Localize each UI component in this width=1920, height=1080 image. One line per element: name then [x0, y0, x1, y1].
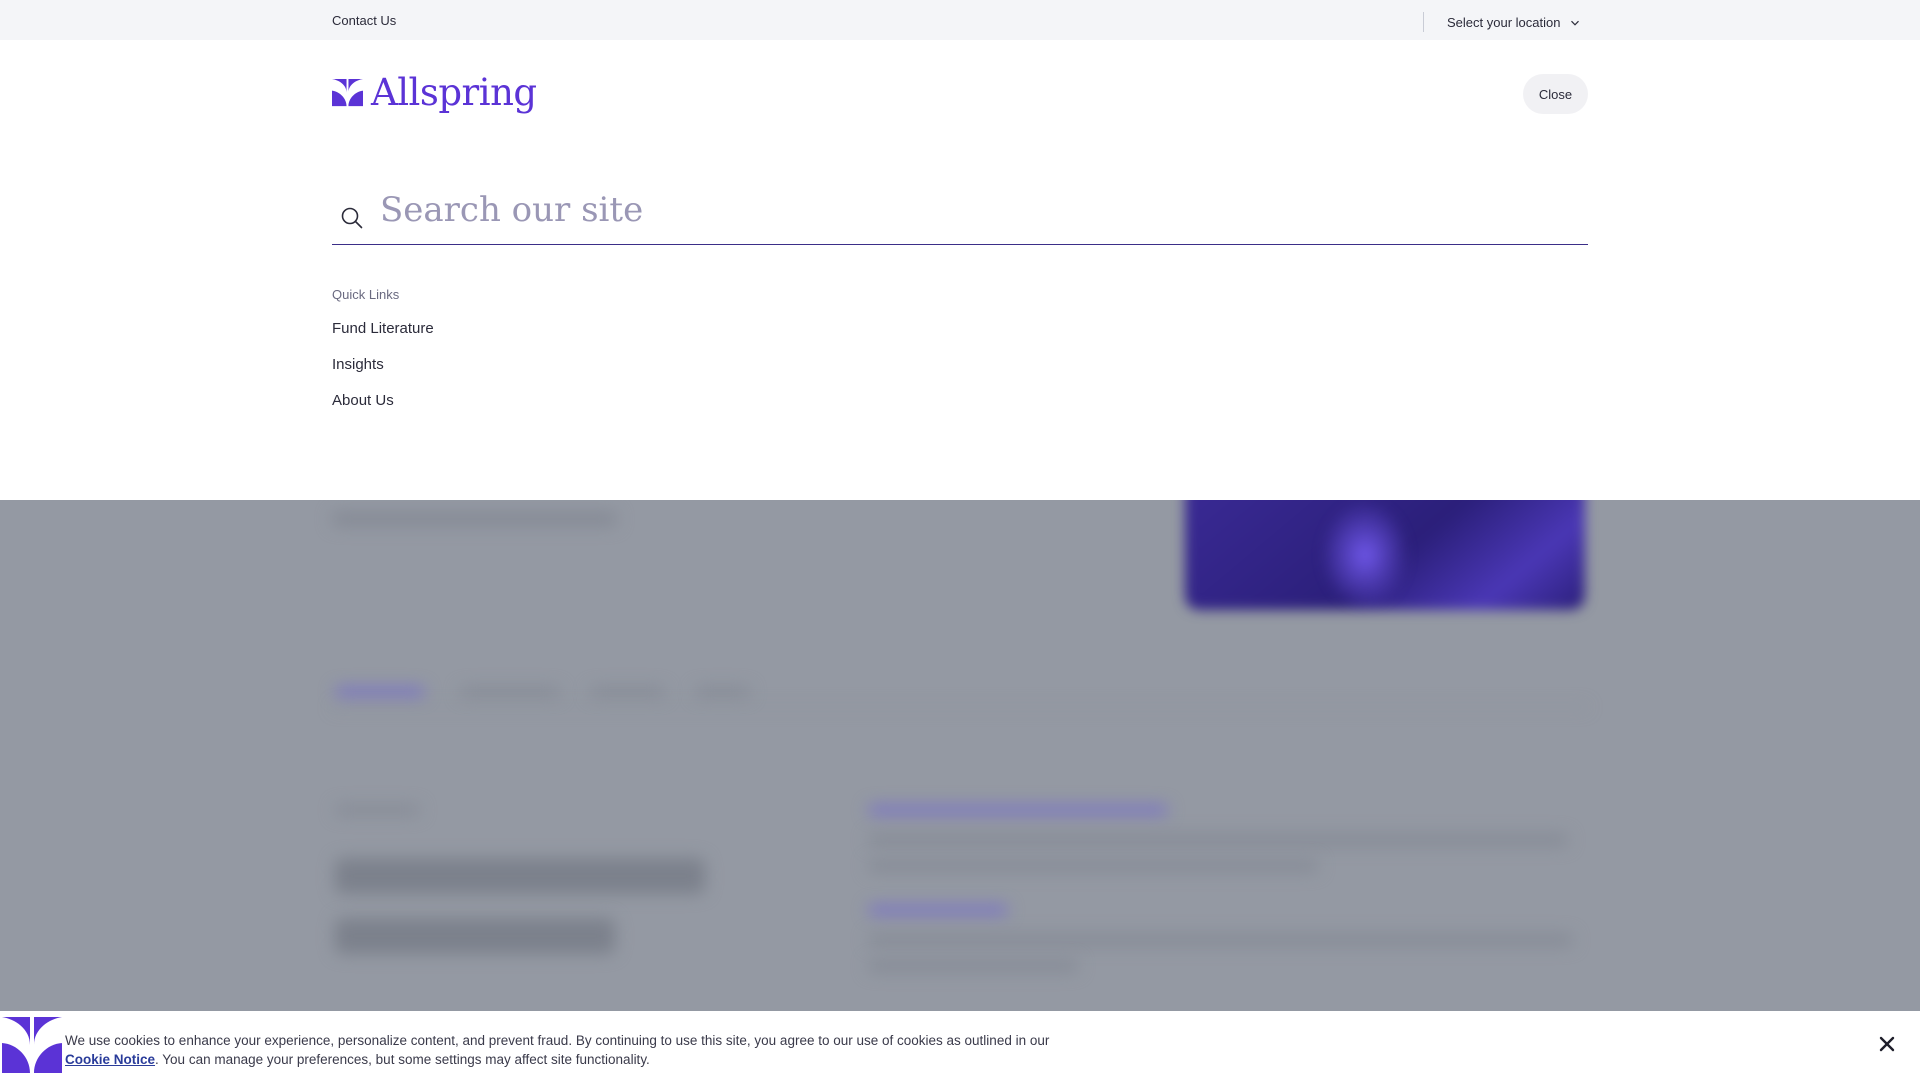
blurred-heading: [335, 858, 705, 894]
search-overlay-panel: Allspring Close Quick Links Fund Literat…: [0, 40, 1920, 500]
blurred-tab-underline: [332, 706, 1588, 708]
close-button[interactable]: Close: [1523, 74, 1588, 114]
cookie-banner: We use cookies to enhance your experienc…: [0, 1011, 1920, 1080]
blurred-heading: [335, 918, 615, 954]
blurred-tab: [695, 687, 750, 697]
blurred-tab: [460, 687, 560, 697]
logo-text: Allspring: [371, 71, 537, 114]
blurred-tab-active: [335, 687, 425, 697]
blurred-link: [868, 805, 1168, 815]
quick-link-about-us[interactable]: About Us: [332, 392, 434, 409]
cookie-text-before: We use cookies to enhance your experienc…: [65, 1033, 1050, 1048]
allspring-logo[interactable]: Allspring: [332, 74, 537, 111]
close-icon[interactable]: [1878, 1035, 1896, 1053]
quick-links: Quick Links Fund Literature Insights Abo…: [332, 287, 434, 428]
cookie-text-after: . You can manage your preferences, but s…: [155, 1052, 650, 1067]
quick-link-insights[interactable]: Insights: [332, 356, 434, 373]
blurred-tab: [590, 687, 665, 697]
blurred-link: [868, 905, 1008, 915]
blurred-paragraph: [868, 834, 1568, 846]
utility-bar: Contact Us Select your location: [0, 0, 1920, 40]
cookie-notice-link[interactable]: Cookie Notice: [65, 1052, 155, 1067]
quick-link-fund-literature[interactable]: Fund Literature: [332, 320, 434, 337]
blurred-eyebrow: [335, 805, 420, 815]
allspring-logo-mark-icon: [332, 78, 363, 107]
search-bar: [332, 180, 1588, 245]
search-icon[interactable]: [340, 206, 364, 230]
cookie-notice-text: We use cookies to enhance your experienc…: [65, 1031, 1055, 1069]
contact-us-link[interactable]: Contact Us: [332, 13, 396, 28]
blurred-paragraph: [868, 960, 1078, 972]
blurred-hero-glow: [1320, 500, 1410, 610]
blurred-paragraph: [868, 934, 1573, 946]
chevron-down-icon: [1571, 20, 1580, 26]
quick-links-title: Quick Links: [332, 287, 400, 302]
utility-divider: [1423, 12, 1424, 32]
location-selector-label: Select your location: [1447, 15, 1561, 30]
allspring-logo-mark-icon: [2, 1017, 62, 1073]
blurred-paragraph: [868, 860, 1318, 872]
blurred-hero-text: [332, 512, 617, 526]
page-backdrop-overlay: [0, 500, 1920, 1011]
search-input[interactable]: [380, 180, 1570, 240]
location-selector[interactable]: Select your location: [1447, 15, 1580, 30]
